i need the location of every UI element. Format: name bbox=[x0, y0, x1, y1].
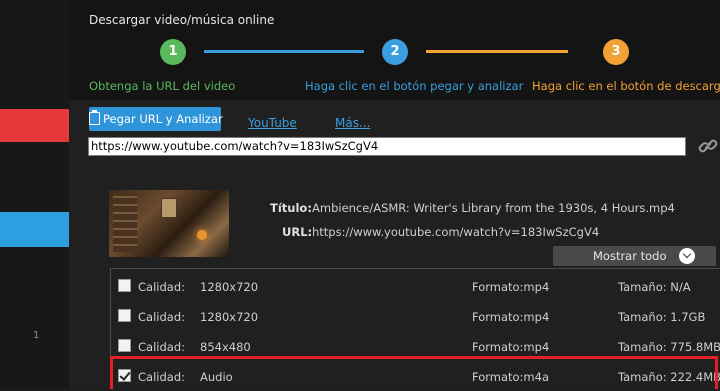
video-thumbnail bbox=[109, 190, 229, 257]
format-row[interactable]: Calidad: 1280x720 Formato:mp4 Tamaño: N/… bbox=[111, 271, 720, 301]
format-checkbox[interactable] bbox=[118, 309, 131, 322]
video-title-value: Ambience/ASMR: Writer's Library from the… bbox=[312, 201, 675, 215]
selected-row-highlight bbox=[110, 356, 718, 389]
video-url-key: URL: bbox=[282, 225, 313, 239]
step-connector-2 bbox=[426, 50, 568, 53]
format-value: Formato:mp4 bbox=[472, 310, 550, 324]
thumbnail-bookshelf bbox=[113, 194, 137, 252]
sidebar-item-blue[interactable] bbox=[0, 212, 69, 247]
chevron-down-icon bbox=[679, 248, 695, 264]
size-value: Tamaño: 1.7GB bbox=[618, 310, 706, 324]
clipboard-icon bbox=[89, 110, 100, 125]
quality-value: 1280x720 bbox=[200, 280, 259, 294]
left-sidebar: 1 bbox=[0, 0, 69, 389]
step-2-badge: 2 bbox=[382, 39, 408, 65]
thumbnail-fireplace bbox=[197, 230, 207, 240]
quality-value: 854x480 bbox=[200, 340, 251, 354]
size-value: Tamaño: N/A bbox=[618, 280, 691, 294]
step-2-label: Haga clic en el botón pegar y analizar bbox=[305, 79, 524, 93]
step-connector-1 bbox=[204, 50, 364, 53]
format-value: Formato:mp4 bbox=[472, 280, 550, 294]
video-title-key: Título: bbox=[270, 201, 312, 215]
paste-url-analyze-button[interactable]: Pegar URL y Analizar bbox=[89, 107, 223, 131]
step-3-badge: 3 bbox=[603, 39, 629, 65]
format-checkbox[interactable] bbox=[118, 339, 131, 352]
format-value: Formato:mp4 bbox=[472, 340, 550, 354]
more-link[interactable]: Más... bbox=[335, 116, 370, 130]
quality-label: Calidad: bbox=[138, 280, 185, 294]
size-value: Tamaño: 775.8MB bbox=[618, 340, 720, 354]
paste-url-analyze-label: Pegar URL y Analizar bbox=[103, 112, 223, 126]
format-row[interactable]: Calidad: 1280x720 Formato:mp4 Tamaño: 1.… bbox=[111, 301, 720, 331]
quality-value: 1280x720 bbox=[200, 310, 259, 324]
quality-label: Calidad: bbox=[138, 310, 185, 324]
sidebar-number: 1 bbox=[33, 330, 40, 341]
step-1-label: Obtenga la URL del video bbox=[89, 79, 236, 93]
sidebar-item-red[interactable] bbox=[0, 109, 69, 142]
link-icon[interactable] bbox=[697, 135, 720, 157]
url-input[interactable]: https://www.youtube.com/watch?v=183IwSzC… bbox=[88, 137, 686, 156]
video-url-value: https://www.youtube.com/watch?v=183IwSzC… bbox=[312, 225, 600, 239]
step-3-label: Haga clic en el botón de descargar bbox=[532, 79, 720, 93]
format-checkbox[interactable] bbox=[118, 279, 131, 292]
quality-label: Calidad: bbox=[138, 340, 185, 354]
youtube-link[interactable]: YouTube bbox=[248, 116, 297, 130]
step-1-badge: 1 bbox=[160, 39, 186, 65]
thumbnail-window bbox=[161, 198, 177, 218]
show-all-button[interactable]: Mostrar todo bbox=[553, 246, 716, 266]
show-all-label: Mostrar todo bbox=[593, 249, 667, 263]
dialog-title: Descargar video/música online bbox=[89, 13, 275, 27]
